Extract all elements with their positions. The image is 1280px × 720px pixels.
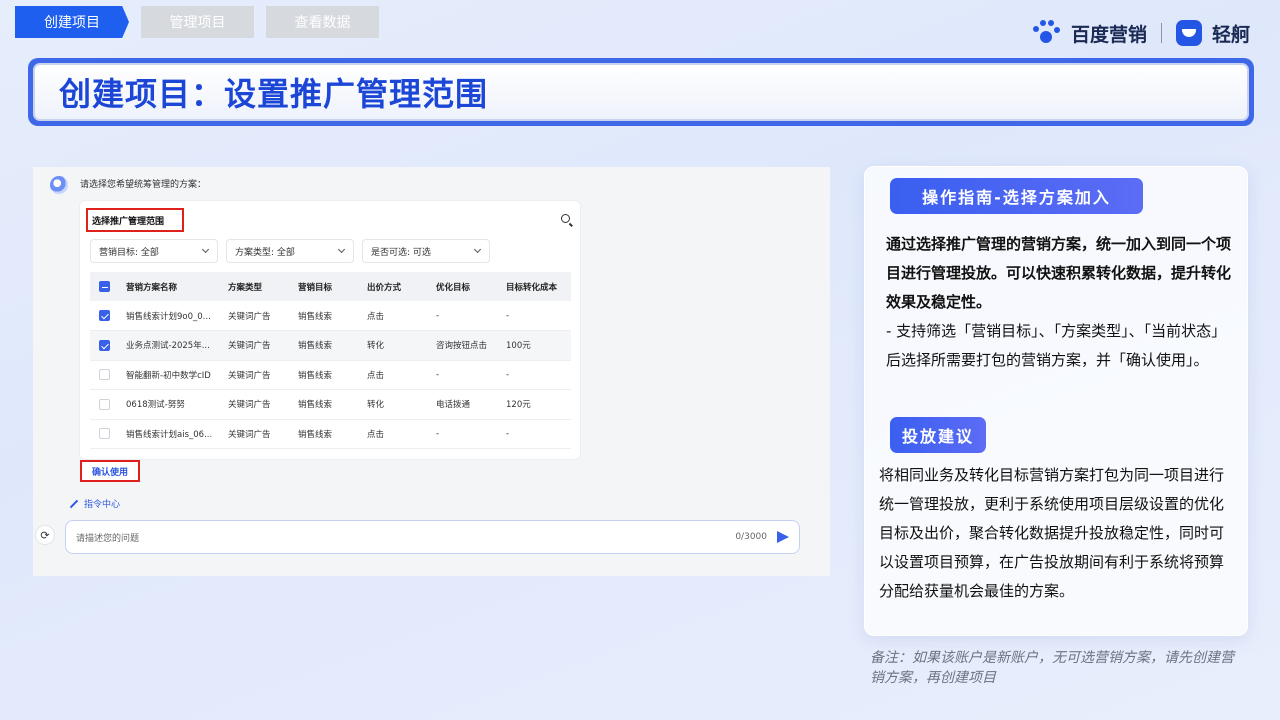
table-cell: 销售线索 — [298, 301, 367, 331]
filter-selectable[interactable]: 是否可选: 可选 — [362, 239, 490, 263]
table-cell: 销售线索 — [298, 330, 367, 361]
table-row[interactable]: 业务点测试-2025年... 关键词广告 销售线索 转化 咨询按钮点击 100元 — [90, 330, 571, 361]
col-marketing-goal: 营销目标 — [298, 272, 367, 301]
table-header-row: 营销方案名称 方案类型 营销目标 出价方式 优化目标 目标转化成本 — [90, 272, 571, 301]
table-cell: 关键词广告 — [228, 419, 298, 449]
baidu-paw-icon — [1031, 18, 1061, 48]
row-checkbox[interactable] — [99, 369, 110, 381]
table-cell: 销售线索计划ais_06... — [126, 419, 228, 449]
table-cell: 转化 — [367, 330, 436, 361]
table-cell: 点击 — [367, 419, 436, 449]
magic-wand-icon — [69, 499, 79, 508]
product-screenshot: 请选择您希望统筹管理的方案： 选择推广管理范围 营销目标: 全部 方案类型: 全… — [33, 167, 830, 576]
question-input[interactable]: 请描述您的问题 0/3000 — [65, 520, 800, 554]
assistant-avatar-icon — [50, 176, 68, 194]
qingge-logo-icon — [1175, 20, 1202, 46]
table-cell: - — [506, 419, 571, 449]
filter-plan-type[interactable]: 方案类型: 全部 — [226, 239, 354, 263]
send-icon[interactable] — [777, 531, 789, 543]
table-cell: 咨询按钮点击 — [436, 330, 506, 361]
table-cell: 电话拨通 — [436, 389, 506, 420]
table-cell: - — [506, 301, 571, 331]
row-checkbox[interactable] — [99, 398, 110, 410]
page-title: 创建项目：设置推广管理范围 — [59, 75, 489, 113]
table-cell: 关键词广告 — [228, 330, 298, 361]
table-cell: 销售线索 — [298, 389, 367, 420]
chevron-down-icon — [473, 245, 482, 254]
table-cell: - — [506, 360, 571, 390]
table-cell: 100元 — [506, 330, 571, 361]
footnote: 备注：如果该账户是新账户，无可选营销方案，请先创建营销方案，再创建项目 — [870, 650, 1234, 686]
row-checkbox[interactable] — [99, 428, 110, 440]
plan-selection-card: 选择推广管理范围 营销目标: 全部 方案类型: 全部 是否可选: 可选 营销方案… — [79, 200, 581, 460]
brand-qingge: 轻舸 — [1211, 23, 1250, 46]
input-placeholder: 请描述您的问题 — [76, 533, 140, 544]
char-counter: 0/3000 — [735, 532, 767, 542]
guide-header: 操作指南-选择方案加入 — [890, 178, 1143, 214]
confirm-use-button[interactable]: 确认使用 — [80, 460, 140, 482]
table-cell: 关键词广告 — [228, 389, 298, 420]
brand-divider — [1160, 23, 1162, 43]
brand-logo: 百度营销 轻舸 — [1031, 18, 1250, 48]
table-cell: 点击 — [367, 301, 436, 331]
table-cell: 0618测试-努努 — [126, 389, 228, 420]
refresh-icon[interactable]: ⟳ — [35, 525, 55, 545]
advice-text: 将相同业务及转化目标营销方案打包为同一项目进行统一管理投放，更利于系统使用项目层… — [879, 466, 1225, 600]
table-cell: 点击 — [367, 360, 436, 390]
plan-table: 营销方案名称 方案类型 营销目标 出价方式 优化目标 目标转化成本 销售线索计划… — [90, 272, 571, 449]
col-plan-name: 营销方案名称 — [126, 272, 228, 301]
command-center-link[interactable]: 指令中心 — [69, 497, 120, 510]
tab-create-project[interactable]: 创建项目 — [15, 6, 129, 38]
table-cell: 关键词广告 — [228, 301, 298, 331]
filter-marketing-goal[interactable]: 营销目标: 全部 — [90, 239, 218, 263]
table-cell: 业务点测试-2025年... — [126, 330, 228, 361]
col-opt-goal: 优化目标 — [436, 272, 506, 301]
table-cell: 关键词广告 — [228, 360, 298, 390]
guide-summary: 通过选择推广管理的营销方案，统一加入到同一个项目进行管理投放。可以快速积累转化数… — [886, 235, 1232, 311]
table-cell: 120元 — [506, 389, 571, 420]
search-icon[interactable] — [561, 214, 570, 223]
col-target-cost: 目标转化成本 — [506, 272, 571, 301]
card-title: 选择推广管理范围 — [86, 208, 184, 232]
chevron-down-icon — [337, 245, 346, 254]
table-cell: 转化 — [367, 389, 436, 420]
table-cell: 智能翻新-初中数学cID — [126, 360, 228, 390]
advice-header: 投放建议 — [890, 417, 986, 453]
chevron-down-icon — [201, 245, 210, 254]
table-cell: - — [436, 301, 506, 331]
title-banner: 创建项目：设置推广管理范围 — [28, 58, 1254, 126]
guide-detail: - 支持筛选「营销目标」、「方案类型」、「当前状态」后选择所需要打包的营销方案，… — [886, 322, 1227, 369]
tab-view-data[interactable]: 查看数据 — [266, 6, 379, 38]
col-bid-method: 出价方式 — [367, 272, 436, 301]
table-cell: - — [436, 360, 506, 390]
col-plan-type: 方案类型 — [228, 272, 298, 301]
table-cell: 销售线索计划9o0_0... — [126, 301, 228, 331]
table-cell: - — [436, 419, 506, 449]
row-checkbox[interactable] — [99, 310, 110, 321]
row-checkbox[interactable] — [99, 339, 110, 351]
table-row[interactable]: 销售线索计划ais_06... 关键词广告 销售线索 点击 - - — [90, 419, 571, 449]
table-row[interactable]: 智能翻新-初中数学cID 关键词广告 销售线索 点击 - - — [90, 360, 571, 390]
guide-panel: 操作指南-选择方案加入 通过选择推广管理的营销方案，统一加入到同一个项目进行管理… — [864, 166, 1248, 636]
table-row[interactable]: 销售线索计划9o0_0... 关键词广告 销售线索 点击 - - — [90, 301, 571, 331]
brand-baidu-marketing: 百度营销 — [1070, 23, 1147, 46]
table-row[interactable]: 0618测试-努努 关键词广告 销售线索 转化 电话拨通 120元 — [90, 389, 571, 420]
table-cell: 销售线索 — [298, 419, 367, 449]
select-all-checkbox[interactable] — [99, 281, 110, 292]
tab-manage-project[interactable]: 管理项目 — [141, 6, 254, 38]
table-cell: 销售线索 — [298, 360, 367, 390]
assistant-prompt: 请选择您希望统筹管理的方案： — [80, 180, 207, 190]
command-center-label: 指令中心 — [84, 500, 121, 510]
